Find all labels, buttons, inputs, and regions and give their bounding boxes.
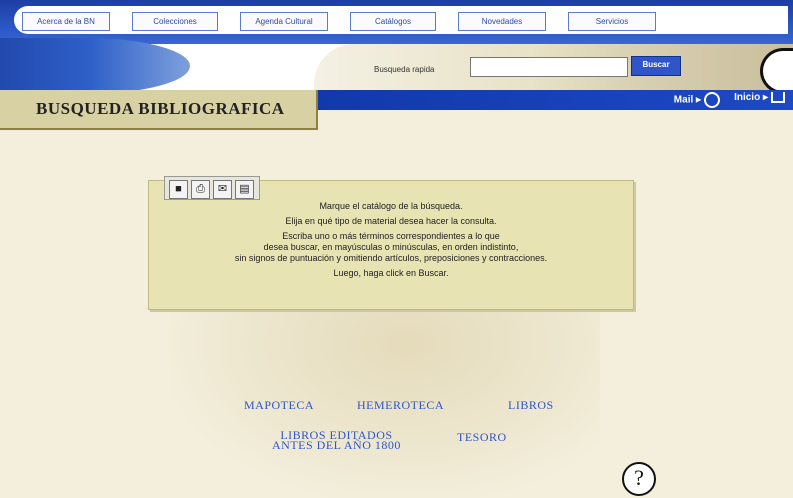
catalog-hemeroteca-link[interactable]: HEMEROTECA: [357, 398, 444, 413]
search-button[interactable]: Buscar: [631, 56, 681, 76]
page: Acerca de la BN Colecciones Agenda Cultu…: [0, 0, 793, 498]
page-title: BUSQUEDA BIBLIOGRAFICA: [36, 99, 285, 118]
mail-link[interactable]: Mail ▸: [673, 92, 721, 108]
help-icon[interactable]: ?: [622, 462, 656, 496]
home-icon: [771, 92, 785, 103]
main-nav: Acerca de la BN Colecciones Agenda Cultu…: [22, 12, 656, 32]
title-banner: BUSQUEDA BIBLIOGRAFICA: [0, 90, 318, 130]
utility-links: Mail ▸ Inicio ▸: [674, 92, 785, 108]
instruction-line-1: Marque el catálogo de la búsqueda.: [319, 201, 463, 211]
instruction-line-3a: Escriba uno o más términos correspondien…: [282, 231, 500, 241]
instruction-line-4: Luego, haga click en Buscar.: [333, 268, 449, 278]
instruction-line-3c: sin signos de puntuación y omitiendo art…: [234, 253, 548, 263]
nav-servicios[interactable]: Servicios: [568, 12, 656, 31]
nav-acerca-de-la-bn[interactable]: Acerca de la BN: [22, 12, 110, 31]
instruction-line-3b: desea buscar, en mayúsculas o minúsculas…: [263, 242, 519, 252]
page-toolbar: ■ ⎙ ✉ ▤: [164, 176, 260, 200]
document-icon[interactable]: ▤: [235, 180, 254, 199]
instructions-text: Marque el catálogo de la búsqueda. Elija…: [149, 201, 633, 283]
mail-link-label: Mail: [673, 94, 694, 106]
mail-icon[interactable]: ✉: [213, 180, 232, 199]
quick-search-label: Busqueda rapida: [374, 65, 435, 74]
nav-colecciones[interactable]: Colecciones: [132, 12, 218, 31]
catalog-libros-antes-1800-link[interactable]: LIBROS EDITADOS ANTES DEL AÑO 1800: [272, 429, 401, 452]
catalog-libros-link[interactable]: LIBROS: [508, 398, 554, 413]
nav-novedades[interactable]: Novedades: [458, 12, 546, 31]
decorative-blue-swoosh: [0, 38, 190, 94]
home-link-label: Inicio: [734, 92, 761, 104]
save-icon[interactable]: ■: [169, 180, 188, 199]
catalog-mapoteca-link[interactable]: MAPOTECA: [244, 398, 314, 413]
home-link[interactable]: Inicio ▸: [734, 92, 785, 108]
instruction-line-2: Elija en qué tipo de material desea hace…: [285, 216, 497, 226]
catalog-tesoro-link[interactable]: TESORO: [457, 430, 507, 445]
top-navigation-bar: Acerca de la BN Colecciones Agenda Cultu…: [0, 0, 793, 44]
instructions-box: ■ ⎙ ✉ ▤ Marque el catálogo de la búsqued…: [148, 176, 634, 310]
print-icon[interactable]: ⎙: [191, 180, 210, 199]
quick-search-input[interactable]: [470, 57, 628, 77]
libros-editados-line-2: ANTES DEL AÑO 1800: [272, 438, 401, 452]
nav-catalogos[interactable]: Catálogos: [350, 12, 436, 31]
nav-agenda-cultural[interactable]: Agenda Cultural: [240, 12, 328, 31]
at-icon: [704, 92, 721, 108]
